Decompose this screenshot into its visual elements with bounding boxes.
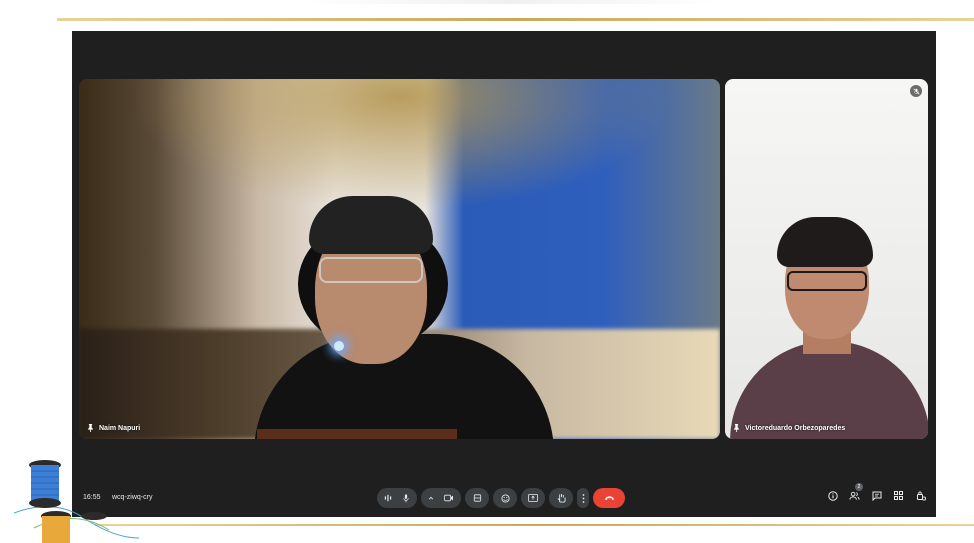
chevron-up-icon[interactable] bbox=[428, 495, 434, 501]
participant-name-label: Victoreduardo Orbezoparedes bbox=[733, 424, 845, 432]
host-controls-button[interactable] bbox=[915, 490, 926, 501]
call-controls bbox=[377, 487, 625, 509]
activities-icon bbox=[894, 491, 903, 500]
host-controls-icon bbox=[916, 491, 926, 501]
audio-levels-icon[interactable] bbox=[384, 494, 392, 502]
participant-name: Victoreduardo Orbezoparedes bbox=[745, 424, 846, 432]
info-button[interactable] bbox=[827, 490, 838, 501]
mic-control[interactable] bbox=[377, 488, 417, 508]
thread-spools-illustration bbox=[14, 460, 140, 543]
present-icon bbox=[528, 494, 538, 502]
camera-icon[interactable] bbox=[444, 494, 454, 502]
people-icon bbox=[849, 491, 860, 500]
participant-tile-side[interactable]: Victoreduardo Orbezoparedes bbox=[725, 79, 928, 439]
participant-tile-main[interactable]: Naim Napuri bbox=[79, 79, 720, 439]
more-options-icon bbox=[582, 493, 584, 503]
end-call-icon bbox=[604, 496, 614, 501]
people-button[interactable]: 2 bbox=[849, 483, 863, 501]
shirt-print bbox=[257, 429, 457, 439]
meeting-side-tools: 2 bbox=[827, 483, 926, 501]
camera-control[interactable] bbox=[421, 488, 461, 508]
pin-icon[interactable] bbox=[733, 424, 740, 432]
emoji-icon bbox=[500, 493, 510, 503]
participant-hair bbox=[777, 217, 873, 267]
activities-button[interactable] bbox=[893, 490, 904, 501]
mic-off-icon bbox=[910, 85, 922, 97]
decorative-top-line bbox=[57, 18, 974, 21]
decorative-bottom-line bbox=[95, 524, 974, 526]
meet-window: Naim Napuri Victoreduardo Orbezoparedes … bbox=[72, 31, 936, 517]
present-button[interactable] bbox=[521, 488, 545, 508]
pin-icon[interactable] bbox=[87, 424, 94, 432]
raise-hand-icon bbox=[557, 493, 566, 503]
people-count-badge: 2 bbox=[855, 483, 863, 491]
mic-icon[interactable] bbox=[402, 493, 410, 503]
captions-button[interactable] bbox=[465, 488, 489, 508]
headphone-light bbox=[334, 341, 344, 351]
glasses bbox=[319, 257, 423, 283]
top-shadow bbox=[300, 0, 720, 4]
participant-name-label: Naim Napuri bbox=[87, 424, 140, 432]
emoji-button[interactable] bbox=[493, 488, 517, 508]
meeting-controls-bar: 16:55 wcq-ziwq-cry 2 bbox=[72, 483, 936, 511]
glasses bbox=[787, 271, 867, 291]
raise-hand-button[interactable] bbox=[549, 488, 573, 508]
participant-hair bbox=[309, 196, 433, 254]
more-options-button[interactable] bbox=[577, 488, 589, 508]
chat-button[interactable] bbox=[871, 490, 882, 501]
info-icon bbox=[827, 490, 838, 501]
participant-name: Naim Napuri bbox=[99, 424, 141, 432]
end-call-button[interactable] bbox=[593, 488, 625, 508]
chat-icon bbox=[872, 491, 881, 501]
captions-icon bbox=[473, 494, 481, 502]
